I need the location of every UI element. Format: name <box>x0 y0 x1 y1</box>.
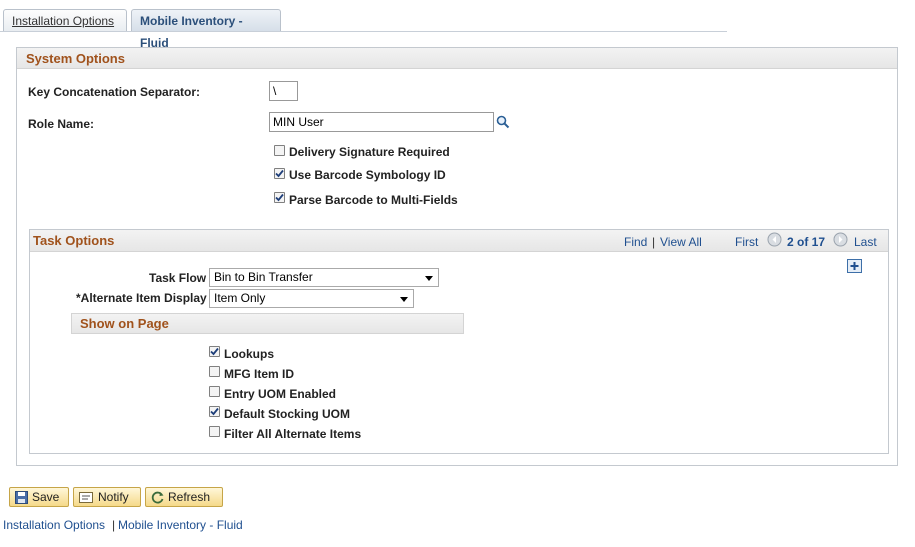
show-on-page-title: Show on Page <box>80 316 169 331</box>
checkmark-icon <box>210 347 219 356</box>
alternate-item-display-select[interactable]: Item Only <box>209 289 414 308</box>
filter-alternate-items-label: Filter All Alternate Items <box>224 427 362 441</box>
role-name-input[interactable]: MIN User <box>269 112 494 132</box>
task-options-header: Task Options <box>30 230 888 252</box>
checkmark-icon <box>275 169 284 178</box>
alternate-item-display-value: Item Only <box>214 291 266 305</box>
delivery-signature-label: Delivery Signature Required <box>289 145 450 159</box>
refresh-icon <box>151 491 165 509</box>
role-name-lookup-icon[interactable] <box>496 115 510 132</box>
task-flow-label: Task Flow <box>149 271 207 285</box>
task-options-group <box>29 229 889 454</box>
system-options-header: System Options <box>17 48 897 69</box>
last-link[interactable]: Last <box>854 235 877 249</box>
find-link[interactable]: Find <box>624 235 647 249</box>
find-separator: | <box>652 235 656 249</box>
entry-uom-enabled-label: Entry UOM Enabled <box>224 387 337 401</box>
add-row-icon[interactable] <box>847 259 862 276</box>
key-separator-label: Key Concatenation Separator: <box>28 85 201 99</box>
show-on-page-header: Show on Page <box>71 313 464 334</box>
tab-installation-options[interactable]: Installation Options <box>3 9 127 31</box>
default-stocking-uom-label: Default Stocking UOM <box>224 407 351 421</box>
chevron-down-icon <box>400 297 408 302</box>
next-row-icon[interactable] <box>833 232 848 250</box>
previous-row-icon[interactable] <box>767 232 782 250</box>
first-label: First <box>735 235 759 249</box>
notify-icon <box>79 491 93 509</box>
task-flow-select[interactable]: Bin to Bin Transfer <box>209 268 439 287</box>
save-label: Save <box>32 490 60 504</box>
checkmark-icon <box>275 193 284 202</box>
delivery-signature-checkbox[interactable] <box>274 145 285 156</box>
footer-link-mobile-inventory[interactable]: Mobile Inventory - Fluid <box>118 518 243 532</box>
entry-uom-enabled-checkbox[interactable] <box>209 386 220 397</box>
parse-barcode-label: Parse Barcode to Multi-Fields <box>289 193 458 207</box>
lookups-checkbox[interactable] <box>209 346 220 357</box>
checkmark-icon <box>210 407 219 416</box>
refresh-label: Refresh <box>168 490 211 504</box>
tab-divider <box>0 31 727 32</box>
task-flow-value: Bin to Bin Transfer <box>214 270 313 284</box>
footer-link-installation-options[interactable]: Installation Options <box>3 518 105 532</box>
alternate-item-display-label: *Alternate Item Display <box>76 291 207 305</box>
view-all-link[interactable]: View All <box>660 235 702 249</box>
task-options-title: Task Options <box>33 233 115 248</box>
notify-label: Notify <box>98 490 129 504</box>
default-stocking-uom-checkbox[interactable] <box>209 406 220 417</box>
save-button[interactable]: Save <box>9 487 69 507</box>
footer-separator: | <box>112 518 116 532</box>
mfg-item-id-label: MFG Item ID <box>224 367 295 381</box>
tab-mobile-inventory-fluid[interactable]: Mobile Inventory - Fluid <box>131 9 281 50</box>
lookups-label: Lookups <box>224 347 274 361</box>
chevron-down-icon <box>425 276 433 281</box>
refresh-button[interactable]: Refresh <box>145 487 223 507</box>
mfg-item-id-checkbox[interactable] <box>209 366 220 377</box>
role-name-label: Role Name: <box>28 117 95 131</box>
tab-mobile-inventory-label: Mobile Inventory - Fluid <box>140 14 243 50</box>
parse-barcode-checkbox[interactable] <box>274 192 285 203</box>
row-counter: 2 of 17 <box>787 235 826 249</box>
save-icon <box>15 491 28 509</box>
use-barcode-symbology-label: Use Barcode Symbology ID <box>289 168 446 182</box>
use-barcode-symbology-checkbox[interactable] <box>274 168 285 179</box>
notify-button[interactable]: Notify <box>73 487 141 507</box>
key-separator-input[interactable]: \ <box>269 81 298 101</box>
system-options-title: System Options <box>26 51 125 66</box>
filter-alternate-items-checkbox[interactable] <box>209 426 220 437</box>
tab-installation-options-label: Installation Options <box>12 14 115 28</box>
